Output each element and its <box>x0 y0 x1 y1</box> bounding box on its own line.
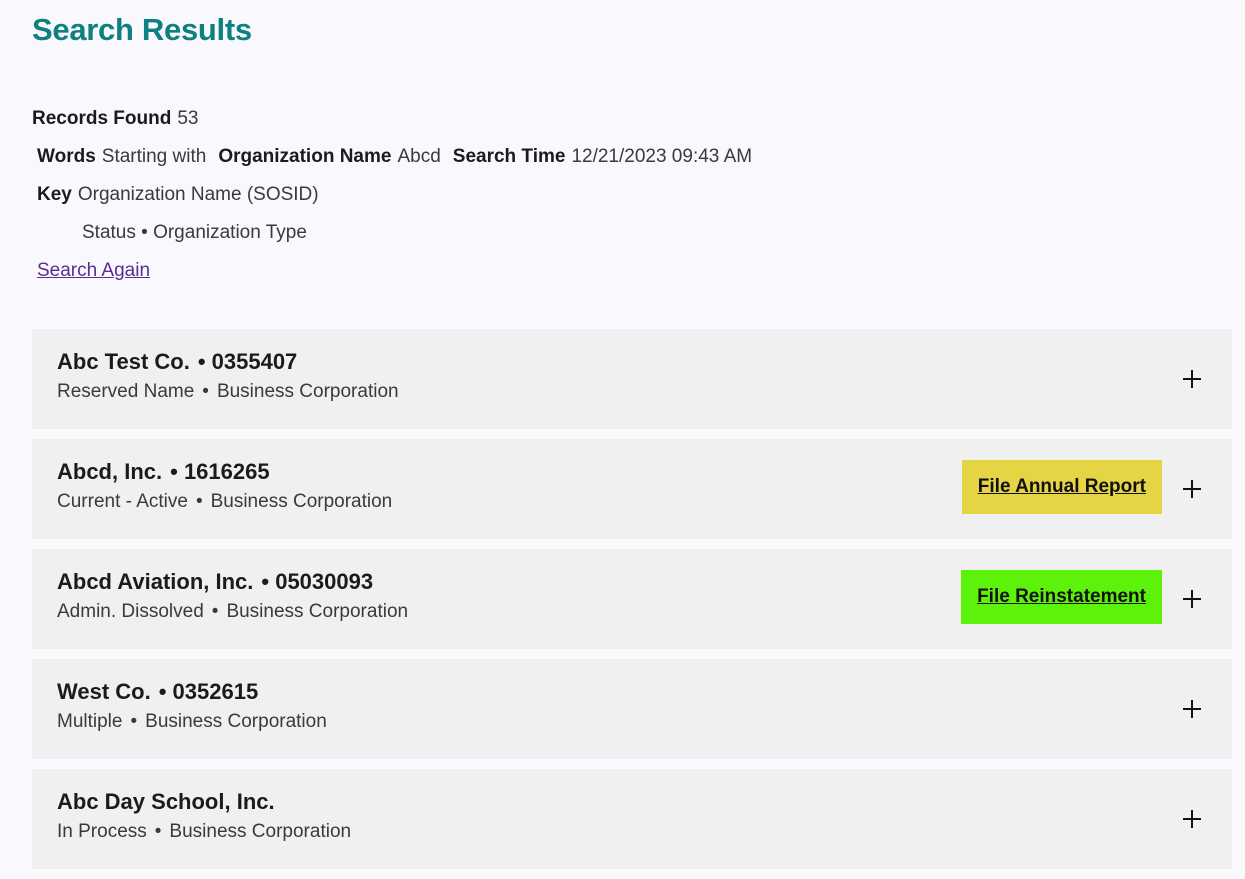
status: Multiple <box>57 711 123 732</box>
org-name-value: Abcd <box>397 146 441 167</box>
search-criteria-row: Words Starting with Organization Name Abcd S… <box>32 138 764 176</box>
result-card[interactable]: Abc Day School, Inc. In Process • Business… <box>32 769 1232 869</box>
result-card[interactable]: Abcd Aviation, Inc. • 05030093 Admin. Dis… <box>32 549 1232 649</box>
separator-dot: • <box>154 821 162 842</box>
search-summary: Records Found 53 Words Starting with Organi… <box>32 100 764 290</box>
sosid: • 05030093 <box>261 569 374 594</box>
organization-name: Abcd Aviation, Inc. <box>57 569 254 594</box>
organization-name: West Co. <box>57 679 151 704</box>
result-card[interactable]: West Co. • 0352615 Multiple • Business Corp… <box>32 659 1232 759</box>
organization-type: Business Corporation <box>169 821 352 842</box>
words-label: Words <box>37 146 96 167</box>
organization-name: Abcd, Inc. <box>57 459 163 484</box>
records-found-row: Records Found 53 <box>32 100 764 138</box>
file-reinstatement-button[interactable]: File Reinstatement <box>961 570 1162 624</box>
status-type-line: Multiple • Business Corporation <box>57 711 1207 733</box>
key-line-2: Status • Organization Type <box>82 222 307 243</box>
key-row: Key Organization Name (SOSID) <box>32 176 764 214</box>
organization-name-line: West Co. • 0352615 <box>57 679 1207 705</box>
separator-dot: • <box>202 381 209 402</box>
records-found-value: 53 <box>177 108 199 129</box>
results-list: Abc Test Co. • 0355407 Reserved Name • Busi… <box>32 329 1232 879</box>
status: Current - Active <box>57 491 188 512</box>
separator-dot: • <box>130 711 138 732</box>
sosid: • 0352615 <box>158 679 259 704</box>
page-title: Search Results <box>32 12 252 47</box>
records-found-label: Records Found <box>32 108 172 129</box>
search-again-link[interactable]: Search Again <box>32 260 150 281</box>
organization-type: Business Corporation <box>226 601 409 622</box>
organization-type: Business Corporation <box>210 491 393 512</box>
result-card[interactable]: Abc Test Co. • 0355407 Reserved Name • Busi… <box>32 329 1232 429</box>
plus-icon[interactable] <box>1182 809 1202 829</box>
file-annual-report-button[interactable]: File Annual Report <box>961 460 1162 514</box>
organization-name: Abc Day School, Inc. <box>57 789 275 814</box>
search-time-value: 12/21/2023 09:43 AM <box>571 146 753 167</box>
organization-name: Abc Test Co. <box>57 349 190 374</box>
search-time-label: Search Time <box>452 146 566 167</box>
key-line-1: Organization Name (SOSID) <box>77 184 319 205</box>
words-value: Starting with <box>101 146 207 167</box>
org-name-label: Organization Name <box>218 146 392 167</box>
status-type-line: Reserved Name • Business Corporation <box>57 381 1207 403</box>
separator-dot: • <box>211 601 219 622</box>
organization-name-line: Abc Day School, Inc. <box>57 789 1207 815</box>
plus-icon[interactable] <box>1182 369 1202 389</box>
plus-icon[interactable] <box>1182 479 1202 499</box>
status: Reserved Name <box>57 381 195 402</box>
sosid: • 1616265 <box>170 459 270 484</box>
separator-dot: • <box>195 491 203 512</box>
plus-icon[interactable] <box>1182 589 1202 609</box>
status: Admin. Dissolved <box>57 601 204 622</box>
result-card[interactable]: Abcd, Inc. • 1616265 Current - Active • Bus… <box>32 439 1232 539</box>
status: In Process <box>57 821 147 842</box>
organization-name-line: Abc Test Co. • 0355407 <box>57 349 1207 375</box>
key-label: Key <box>37 184 72 205</box>
status-type-line: In Process • Business Corporation <box>57 821 1207 843</box>
sosid: • 0355407 <box>197 349 298 374</box>
plus-icon[interactable] <box>1182 699 1202 719</box>
organization-type: Business Corporation <box>145 711 327 732</box>
organization-type: Business Corporation <box>216 381 399 402</box>
